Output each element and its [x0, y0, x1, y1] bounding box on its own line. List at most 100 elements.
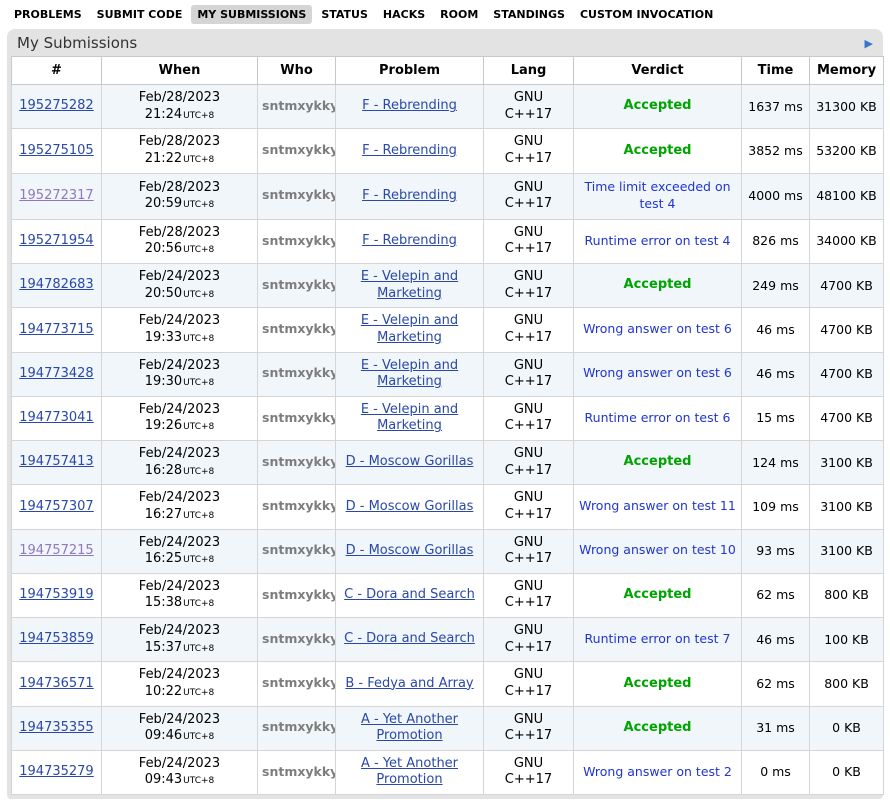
cell-time: 3852 ms — [742, 129, 810, 173]
submission-timezone: UTC+8 — [183, 644, 214, 654]
cell-lang: GNUC++17 — [484, 529, 574, 573]
cell-when: Feb/24/202315:38UTC+8 — [102, 573, 258, 617]
submission-id-link[interactable]: 194736571 — [19, 676, 93, 691]
problem-link[interactable]: B - Fedya and Array — [345, 676, 473, 691]
submission-time: 21:22 — [145, 151, 182, 166]
problem-link[interactable]: D - Moscow Gorillas — [346, 499, 474, 514]
submission-id-link[interactable]: 194773715 — [19, 322, 93, 337]
problem-link[interactable]: D - Moscow Gorillas — [346, 543, 474, 558]
handle-link[interactable]: sntmxykky — [262, 675, 336, 690]
submission-id-link[interactable]: 194753859 — [19, 631, 93, 646]
cell-id: 195271954 — [12, 219, 102, 263]
verdict-text: Accepted — [624, 454, 692, 469]
cell-time: 109 ms — [742, 485, 810, 529]
cell-verdict: Time limit exceeded on test 4 — [574, 173, 742, 219]
cell-verdict: Accepted — [574, 662, 742, 706]
cell-problem: E - Velepin and Marketing — [336, 264, 484, 308]
verdict-text: Accepted — [624, 676, 692, 691]
nav-item[interactable]: PROBLEMS — [8, 5, 88, 24]
submission-id-link[interactable]: 195272317 — [19, 188, 93, 203]
handle-link[interactable]: sntmxykky — [262, 542, 336, 557]
submission-id-link[interactable]: 194773428 — [19, 366, 93, 381]
handle-link[interactable]: sntmxykky — [262, 631, 336, 646]
submission-id-link[interactable]: 194757307 — [19, 499, 93, 514]
submission-id-link[interactable]: 194757413 — [19, 454, 93, 469]
handle-link[interactable]: sntmxykky — [262, 587, 336, 602]
submission-date: Feb/24/2023 — [139, 402, 220, 417]
problem-link[interactable]: C - Dora and Search — [344, 587, 475, 602]
cell-when: Feb/24/202319:30UTC+8 — [102, 352, 258, 396]
my-submissions-panel: My Submissions ▶ #WhenWhoProblemLangVerd… — [7, 29, 883, 799]
submission-timezone: UTC+8 — [183, 111, 214, 121]
cell-memory: 4700 KB — [810, 308, 884, 352]
submission-row: 194735279 Feb/24/202309:43UTC+8 sntmxykk… — [12, 750, 884, 794]
handle-link[interactable]: sntmxykky — [262, 454, 336, 469]
submission-id-link[interactable]: 195275282 — [19, 98, 93, 113]
submission-id-link[interactable]: 194735279 — [19, 764, 93, 779]
nav-item[interactable]: SUBMIT CODE — [91, 5, 189, 24]
handle-link[interactable]: sntmxykky — [262, 321, 336, 336]
submission-id-link[interactable]: 194773041 — [19, 410, 93, 425]
problem-link[interactable]: F - Rebrending — [362, 188, 457, 203]
handle-link[interactable]: sntmxykky — [262, 233, 336, 248]
problem-link[interactable]: C - Dora and Search — [344, 631, 475, 646]
table-header-row: #WhenWhoProblemLangVerdictTimeMemory — [12, 57, 884, 85]
submission-id-link[interactable]: 194757215 — [19, 543, 93, 558]
submission-timezone: UTC+8 — [183, 511, 214, 521]
cell-who: sntmxykky — [258, 485, 336, 529]
nav-item[interactable]: MY SUBMISSIONS — [191, 5, 312, 24]
problem-link[interactable]: A - Yet Another Promotion — [361, 712, 458, 744]
problem-link[interactable]: F - Rebrending — [362, 143, 457, 158]
cell-verdict: Accepted — [574, 706, 742, 750]
submission-date: Feb/24/2023 — [139, 358, 220, 373]
cell-lang: GNUC++17 — [484, 662, 574, 706]
submission-row: 194736571 Feb/24/202310:22UTC+8 sntmxykk… — [12, 662, 884, 706]
problem-link[interactable]: F - Rebrending — [362, 233, 457, 248]
cell-who: sntmxykky — [258, 618, 336, 662]
submission-date: Feb/28/2023 — [139, 90, 220, 105]
cell-when: Feb/24/202309:46UTC+8 — [102, 706, 258, 750]
handle-link[interactable]: sntmxykky — [262, 365, 336, 380]
submission-row: 195271954 Feb/28/202320:56UTC+8 sntmxykk… — [12, 219, 884, 263]
cell-who: sntmxykky — [258, 352, 336, 396]
nav-item[interactable]: STATUS — [315, 5, 374, 24]
cell-lang: GNUC++17 — [484, 750, 574, 794]
nav-item[interactable]: HACKS — [377, 5, 431, 24]
submission-id-link[interactable]: 195275105 — [19, 143, 93, 158]
nav-item[interactable]: CUSTOM INVOCATION — [574, 5, 719, 24]
handle-link[interactable]: sntmxykky — [262, 277, 336, 292]
handle-link[interactable]: sntmxykky — [262, 719, 336, 734]
submission-id-link[interactable]: 194782683 — [19, 277, 93, 292]
problem-link[interactable]: D - Moscow Gorillas — [346, 454, 474, 469]
handle-link[interactable]: sntmxykky — [262, 764, 336, 779]
cell-verdict: Wrong answer on test 6 — [574, 352, 742, 396]
submission-id-link[interactable]: 194753919 — [19, 587, 93, 602]
problem-link[interactable]: E - Velepin and Marketing — [361, 313, 458, 345]
submission-row: 195272317 Feb/28/202320:59UTC+8 sntmxykk… — [12, 173, 884, 219]
cell-time: 62 ms — [742, 573, 810, 617]
expand-arrow-icon[interactable]: ▶ — [865, 37, 873, 50]
handle-link[interactable]: sntmxykky — [262, 410, 336, 425]
top-nav: PROBLEMS SUBMIT CODE MY SUBMISSIONS STAT… — [0, 0, 890, 27]
submission-row: 194773428 Feb/24/202319:30UTC+8 sntmxykk… — [12, 352, 884, 396]
submission-time: 16:25 — [145, 551, 182, 566]
submission-id-link[interactable]: 195271954 — [19, 233, 93, 248]
cell-who: sntmxykky — [258, 264, 336, 308]
problem-link[interactable]: E - Velepin and Marketing — [361, 269, 458, 301]
problem-link[interactable]: E - Velepin and Marketing — [361, 402, 458, 434]
submission-time: 09:43 — [145, 772, 182, 787]
column-header-2: Who — [258, 57, 336, 85]
handle-link[interactable]: sntmxykky — [262, 498, 336, 513]
problem-link[interactable]: A - Yet Another Promotion — [361, 756, 458, 788]
problem-link[interactable]: E - Velepin and Marketing — [361, 358, 458, 390]
nav-item[interactable]: STANDINGS — [487, 5, 571, 24]
cell-who: sntmxykky — [258, 129, 336, 173]
problem-link[interactable]: F - Rebrending — [362, 98, 457, 113]
handle-link[interactable]: sntmxykky — [262, 142, 336, 157]
submission-id-link[interactable]: 194735355 — [19, 720, 93, 735]
submission-time: 16:27 — [145, 507, 182, 522]
handle-link[interactable]: sntmxykky — [262, 98, 336, 113]
nav-item[interactable]: ROOM — [434, 5, 484, 24]
handle-link[interactable]: sntmxykky — [262, 187, 336, 202]
cell-id: 194753919 — [12, 573, 102, 617]
